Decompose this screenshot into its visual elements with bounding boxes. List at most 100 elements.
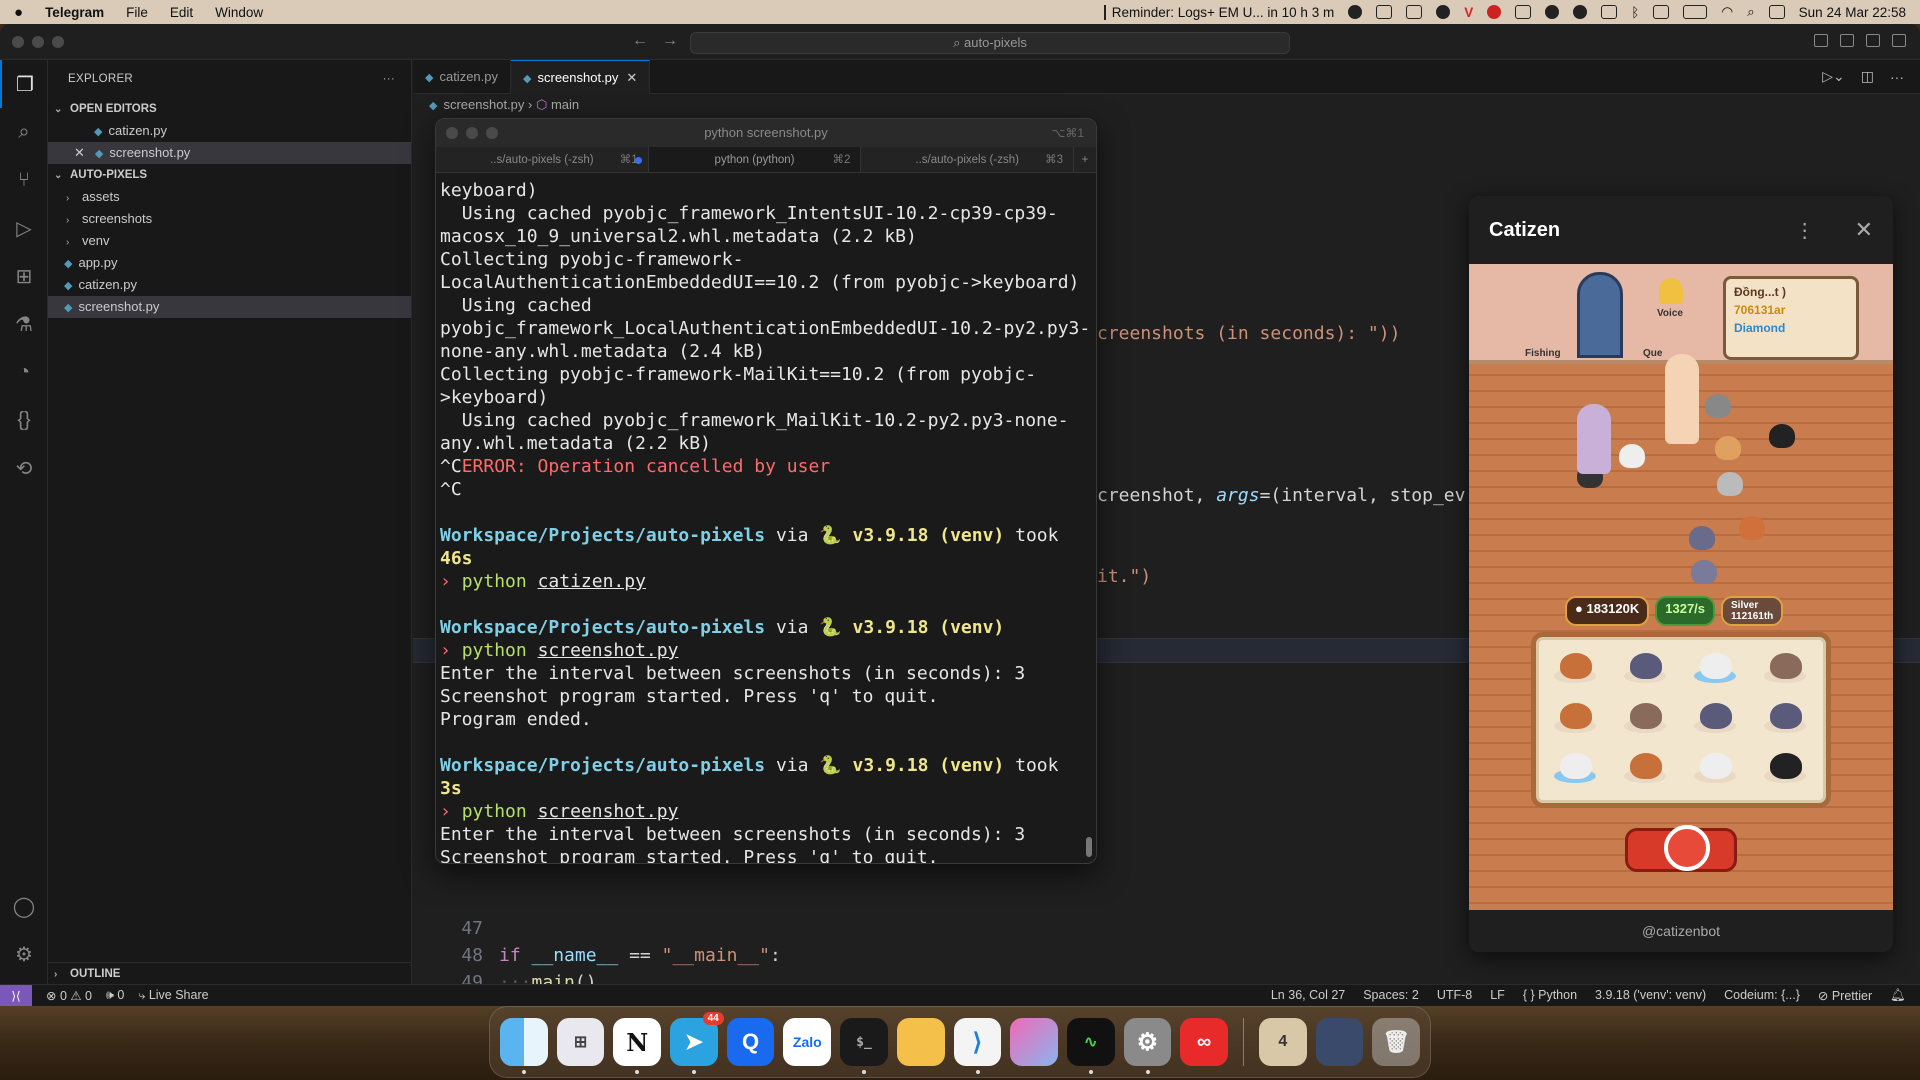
board-cell[interactable]: [1760, 645, 1810, 685]
file-item-selected[interactable]: ◆ screenshot.py: [48, 296, 411, 318]
voice-label[interactable]: Voice: [1657, 308, 1683, 319]
cat-sprite[interactable]: [1717, 472, 1743, 496]
board-cell[interactable]: [1760, 695, 1810, 735]
vivaldi-icon[interactable]: V: [1464, 5, 1473, 20]
buy-cat-button[interactable]: [1625, 825, 1737, 872]
prettier-status[interactable]: ⊘ Prettier: [1818, 988, 1872, 1003]
tray-bot-icon[interactable]: [1436, 5, 1451, 19]
toggle-sidebar-icon[interactable]: [1814, 34, 1828, 47]
open-editors-section[interactable]: ⌄ OPEN EDITORS: [48, 98, 411, 120]
cat-sprite[interactable]: [1739, 516, 1765, 540]
notion-icon[interactable]: N: [613, 1018, 662, 1074]
tab-catizen[interactable]: ◆ catizen.py: [413, 60, 512, 94]
menu-file[interactable]: File: [126, 5, 148, 20]
cat-sprite[interactable]: [1691, 560, 1717, 584]
close-window-button[interactable]: [12, 36, 24, 48]
board-cell[interactable]: [1690, 745, 1740, 785]
toggle-panel-icon[interactable]: [1840, 34, 1854, 47]
project-section[interactable]: ⌄ AUTO-PIXELS: [48, 164, 411, 186]
remote-indicator-icon[interactable]: ⟩⟨: [0, 984, 32, 1006]
keyboard-icon[interactable]: [1653, 5, 1670, 19]
close-tab-icon[interactable]: ✕: [626, 70, 637, 85]
customize-layout-icon[interactable]: [1892, 34, 1906, 47]
board-cell[interactable]: [1620, 695, 1670, 735]
close-icon[interactable]: ✕: [1855, 217, 1873, 243]
qwant-icon[interactable]: Q: [726, 1018, 775, 1066]
menu-edit[interactable]: Edit: [170, 5, 193, 20]
headphones-icon[interactable]: [1573, 5, 1588, 19]
cursor-position[interactable]: Ln 36, Col 27: [1271, 988, 1345, 1003]
search-icon[interactable]: ⌕: [0, 108, 48, 156]
settings-gear-icon[interactable]: ⚙: [0, 930, 48, 978]
testing-icon[interactable]: ⚗: [0, 300, 48, 348]
tray-stack-icon[interactable]: [1376, 5, 1393, 19]
codeium-status[interactable]: Codeium: {...}: [1724, 988, 1800, 1003]
problems-status[interactable]: ⊗ 0 ⚠ 0: [46, 988, 92, 1003]
board-cell[interactable]: [1620, 645, 1670, 685]
terminal-minimize-button[interactable]: [466, 127, 478, 139]
git-graph-icon[interactable]: ◔: [0, 348, 48, 396]
trash-icon[interactable]: 🗑︎: [1372, 1018, 1420, 1066]
folder-item[interactable]: › venv: [48, 230, 411, 252]
source-control-icon[interactable]: ⑂: [0, 156, 48, 204]
back-arrow-icon[interactable]: ←: [632, 32, 648, 50]
run-python-icon[interactable]: ▷⌄: [1822, 68, 1845, 85]
tray-doc-icon[interactable]: [1406, 5, 1423, 19]
cat-sprite[interactable]: [1619, 444, 1645, 468]
cat-sprite[interactable]: [1705, 394, 1731, 418]
board-cell[interactable]: [1550, 645, 1600, 685]
more-actions-icon[interactable]: ···: [383, 60, 395, 98]
board-cell[interactable]: [1550, 695, 1600, 735]
reminder-status[interactable]: Reminder: Logs+ EM U... in 10 h 3 m: [1103, 4, 1334, 20]
open-editor-item[interactable]: ◆ catizen.py: [48, 120, 411, 142]
menubar-clock[interactable]: Sun 24 Mar 22:58: [1799, 5, 1906, 20]
indentation-status[interactable]: Spaces: 2: [1363, 988, 1419, 1003]
outline-section[interactable]: › OUTLINE: [48, 962, 411, 984]
file-item[interactable]: ◆ catizen.py: [48, 274, 411, 296]
more-vertical-icon[interactable]: ⋮: [1795, 218, 1815, 243]
minimize-window-button[interactable]: [32, 36, 44, 48]
ports-status[interactable]: 🕪 0: [106, 988, 124, 1003]
cat-sprite[interactable]: [1769, 424, 1795, 448]
launchpad-icon[interactable]: ⊞: [556, 1018, 605, 1066]
bot-username[interactable]: @catizenbot: [1469, 910, 1893, 952]
screenshots-stack-icon[interactable]: [1315, 1018, 1364, 1066]
forward-arrow-icon[interactable]: →: [662, 32, 678, 50]
toggle-secondary-sidebar-icon[interactable]: [1866, 34, 1880, 47]
control-center-icon[interactable]: [1768, 5, 1785, 19]
merge-board[interactable]: [1531, 632, 1831, 808]
bell-icon[interactable]: [1659, 278, 1683, 304]
activity-monitor-icon[interactable]: ∿: [1066, 1018, 1115, 1074]
eol-status[interactable]: LF: [1490, 988, 1505, 1003]
tray-app-icon[interactable]: [1348, 5, 1363, 19]
terminal-tab-1[interactable]: ..s/auto-pixels (-zsh) ⌘1: [436, 147, 649, 172]
play-icon[interactable]: [1545, 5, 1560, 19]
file-item[interactable]: ◆ app.py: [48, 252, 411, 274]
wifi-icon[interactable]: ◠: [1721, 4, 1733, 20]
apple-menu-icon[interactable]: ●: [14, 4, 23, 21]
live-share-button[interactable]: ⤷ Live Share: [138, 988, 208, 1003]
notifications-bell-icon[interactable]: 🔔︎: [1890, 988, 1906, 1003]
terminal-icon[interactable]: $_: [840, 1018, 888, 1074]
acrobat-icon[interactable]: ∞: [1180, 1018, 1228, 1066]
more-editor-actions-icon[interactable]: ···: [1890, 69, 1904, 85]
system-settings-icon[interactable]: ⚙: [1123, 1018, 1172, 1074]
zoom-window-button[interactable]: [52, 36, 64, 48]
breadcrumb-symbol[interactable]: main: [551, 97, 579, 112]
terminal-tab-3[interactable]: ..s/auto-pixels (-zsh) ⌘3: [861, 147, 1075, 172]
terminal-scrollbar[interactable]: [1086, 837, 1092, 857]
bluetooth-icon[interactable]: ᛒ: [1631, 5, 1639, 20]
cat-sprite[interactable]: [1689, 526, 1715, 550]
close-editor-icon[interactable]: ✕: [74, 145, 85, 160]
shop-panel[interactable]: Đồng...t ) 706131ar Diamond: [1723, 276, 1859, 360]
tray-red-icon[interactable]: [1487, 5, 1502, 19]
window-icon[interactable]: [1601, 5, 1618, 19]
game-canvas[interactable]: Fishing Voice Que Đồng...t ) 706131ar Di…: [1469, 264, 1893, 910]
terminal-tab-2[interactable]: python (python) ⌘2: [634, 147, 862, 172]
fishing-label[interactable]: Fishing: [1525, 348, 1561, 359]
zalo-icon[interactable]: Zalo: [783, 1018, 832, 1066]
battery-icon[interactable]: [1683, 5, 1708, 19]
remote-explorer-icon[interactable]: ⟲: [0, 444, 48, 492]
python-interpreter[interactable]: 3.9.18 ('venv': venv): [1595, 988, 1706, 1003]
folder-item[interactable]: › assets: [48, 186, 411, 208]
